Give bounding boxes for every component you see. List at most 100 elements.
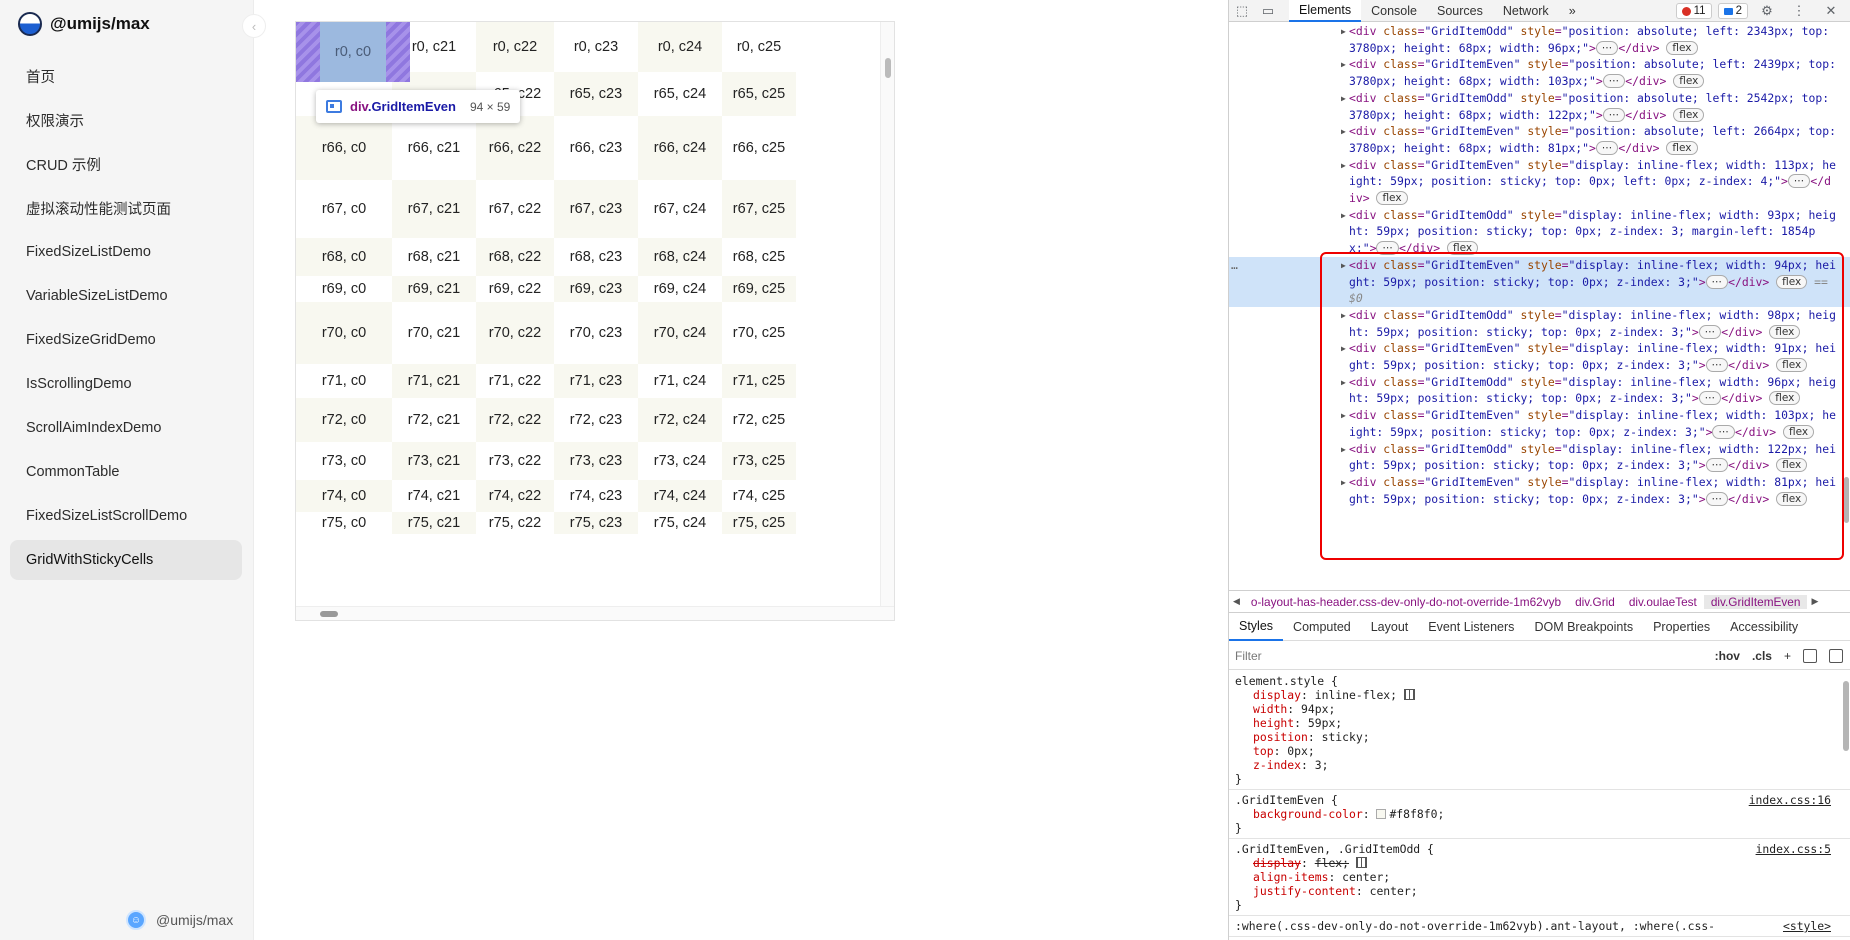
expand-triangle-icon[interactable]: ▶ [1341, 442, 1346, 459]
css-property[interactable]: align-items [1253, 870, 1328, 884]
sidebar-item[interactable]: FixedSizeListDemo [10, 232, 242, 272]
computed-styles-icon[interactable] [1803, 649, 1817, 663]
collapsed-children-pill[interactable]: ⋯ [1698, 324, 1722, 339]
pane-tab-dom-breakpoints[interactable]: DOM Breakpoints [1524, 614, 1643, 641]
grid-horizontal-scrollbar[interactable] [296, 606, 894, 620]
expand-triangle-icon[interactable]: ▶ [1341, 24, 1346, 41]
expand-triangle-icon[interactable]: ▶ [1341, 208, 1346, 225]
css-value[interactable]: sticky; [1322, 730, 1370, 744]
css-value[interactable]: #f8f8f0; [1389, 807, 1444, 821]
css-value[interactable]: center; [1342, 870, 1390, 884]
flex-badge[interactable]: flex [1666, 140, 1698, 155]
dom-node-line[interactable]: ▶ <div class="GridItemOdd" style="display… [1229, 441, 1850, 474]
devtools-tab-console[interactable]: Console [1361, 0, 1427, 22]
pane-tab-accessibility[interactable]: Accessibility [1720, 614, 1808, 641]
color-swatch-icon[interactable] [1376, 809, 1387, 819]
settings-gear-icon[interactable]: ⚙ [1754, 0, 1780, 22]
new-rule-icon[interactable]: + [1784, 649, 1791, 663]
css-property[interactable]: display [1253, 856, 1301, 870]
toggle-sidebar-icon[interactable] [1829, 649, 1843, 663]
flex-editor-icon[interactable] [1403, 689, 1415, 700]
css-declaration[interactable]: display: flex; [1235, 856, 1845, 870]
dom-node-line[interactable]: ▶… <div class="GridItemEven" style="displ… [1229, 256, 1850, 307]
css-declaration[interactable]: justify-content: center; [1235, 884, 1845, 898]
css-property[interactable]: position [1253, 730, 1308, 744]
css-property[interactable]: background-color [1253, 807, 1363, 821]
css-value[interactable]: 3; [1315, 758, 1329, 772]
dom-node-line[interactable]: ▶ <div class="GridItemOdd" style="display… [1229, 374, 1850, 407]
dom-node-line[interactable]: ▶ <div class="GridItemOdd" style="positio… [1229, 90, 1850, 123]
brand[interactable]: @umijs/max [18, 12, 150, 36]
css-declaration[interactable]: position: sticky; [1235, 730, 1845, 744]
css-declaration[interactable]: display: inline-flex; [1235, 688, 1845, 702]
breadcrumb-right-arrow-icon[interactable]: ▶ [1807, 596, 1822, 607]
collapsed-children-pill[interactable]: ⋯ [1376, 241, 1399, 256]
flex-badge[interactable]: flex [1769, 391, 1801, 406]
css-value[interactable]: inline-flex; [1315, 688, 1397, 702]
css-value[interactable]: 0px; [1287, 744, 1314, 758]
sidebar-item[interactable]: CommonTable [10, 452, 242, 492]
flex-badge[interactable]: flex [1776, 458, 1808, 473]
collapse-sidebar-button[interactable]: ‹ [242, 14, 266, 38]
collapsed-children-pill[interactable]: ⋯ [1602, 107, 1626, 122]
collapsed-children-pill[interactable]: ⋯ [1705, 274, 1729, 289]
sidebar-item[interactable]: ScrollAimIndexDemo [10, 408, 242, 448]
flex-editor-icon[interactable] [1355, 857, 1367, 868]
collapsed-children-pill[interactable]: ⋯ [1595, 140, 1619, 155]
pane-tab-properties[interactable]: Properties [1643, 614, 1720, 641]
inspect-element-icon[interactable]: ⬚ [1229, 0, 1255, 22]
expand-triangle-icon[interactable]: ▶ [1341, 475, 1346, 492]
styles-pane[interactable]: element.style {display: inline-flex; wid… [1229, 671, 1850, 940]
error-count-badge[interactable]: 11 [1675, 3, 1712, 19]
collapsed-children-pill[interactable]: ⋯ [1698, 391, 1722, 406]
breadcrumb-item[interactable]: div.Grid [1568, 595, 1622, 609]
breadcrumb-item[interactable]: div.oulaeTest [1622, 595, 1704, 609]
dom-node-line[interactable]: ▶ <div class="GridItemEven" style="displa… [1229, 474, 1850, 507]
pane-tab-event-listeners[interactable]: Event Listeners [1418, 614, 1524, 641]
flex-badge[interactable]: flex [1782, 424, 1815, 439]
device-toolbar-icon[interactable]: ▭ [1255, 0, 1281, 22]
collapsed-children-pill[interactable]: ⋯ [1705, 491, 1729, 506]
sidebar-item[interactable]: 虚拟滚动性能测试页面 [10, 188, 242, 228]
grid-vertical-scrollbar[interactable] [880, 22, 894, 606]
expand-triangle-icon[interactable]: ▶ [1341, 341, 1346, 358]
collapsed-children-pill[interactable]: ⋯ [1712, 424, 1735, 439]
sidebar-item[interactable]: CRUD 示例 [10, 144, 242, 184]
devtools-tab-network[interactable]: Network [1493, 0, 1559, 22]
cls-toggle[interactable]: .cls [1752, 649, 1772, 663]
dom-node-line[interactable]: ▶ <div class="GridItemEven" style="displa… [1229, 157, 1850, 207]
collapsed-children-pill[interactable]: ⋯ [1602, 74, 1626, 89]
devtools-tab-sources[interactable]: Sources [1427, 0, 1493, 22]
scrollbar-thumb[interactable] [885, 58, 891, 78]
css-property[interactable]: justify-content [1253, 884, 1356, 898]
flex-badge[interactable]: flex [1776, 274, 1808, 289]
sidebar-footer[interactable]: ☺ @umijs/max [126, 910, 233, 930]
close-icon[interactable]: ✕ [1818, 0, 1844, 22]
devtools-tab-elements[interactable]: Elements [1289, 0, 1362, 22]
flex-badge[interactable]: flex [1776, 491, 1808, 506]
pane-tab-styles[interactable]: Styles [1229, 614, 1284, 641]
expand-triangle-icon[interactable]: ▶ [1341, 57, 1346, 74]
expand-triangle-icon[interactable]: ▶ [1341, 91, 1346, 108]
css-property[interactable]: display [1253, 688, 1301, 702]
css-property[interactable]: width [1253, 702, 1287, 716]
dom-node-line[interactable]: ▶ <div class="GridItemOdd" style="positio… [1229, 23, 1850, 56]
flex-badge[interactable]: flex [1673, 74, 1705, 89]
flex-badge[interactable]: flex [1769, 324, 1801, 339]
flex-badge[interactable]: flex [1776, 358, 1808, 373]
breadcrumb-item[interactable]: o-layout-has-header.css-dev-only-do-not-… [1244, 595, 1568, 609]
css-value[interactable]: 59px; [1308, 716, 1342, 730]
node-actions-icon[interactable]: … [1231, 257, 1238, 274]
message-count-badge[interactable]: 2 [1717, 3, 1748, 19]
css-value[interactable]: center; [1370, 884, 1418, 898]
css-declaration[interactable]: background-color: #f8f8f0; [1235, 807, 1845, 821]
expand-triangle-icon[interactable]: ▶ [1341, 408, 1346, 425]
expand-triangle-icon[interactable]: ▶ [1341, 124, 1346, 141]
expand-triangle-icon[interactable]: ▶ [1341, 375, 1346, 392]
dom-node-line[interactable]: ▶ <div class="GridItemOdd" style="display… [1229, 207, 1850, 257]
flex-badge[interactable]: flex [1446, 241, 1479, 256]
css-declaration[interactable]: height: 59px; [1235, 716, 1845, 730]
sidebar-item[interactable]: FixedSizeListScrollDemo [10, 496, 242, 536]
dom-node-line[interactable]: ▶ <div class="GridItemEven" style="displa… [1229, 340, 1850, 373]
sidebar-item[interactable]: 权限演示 [10, 100, 242, 140]
